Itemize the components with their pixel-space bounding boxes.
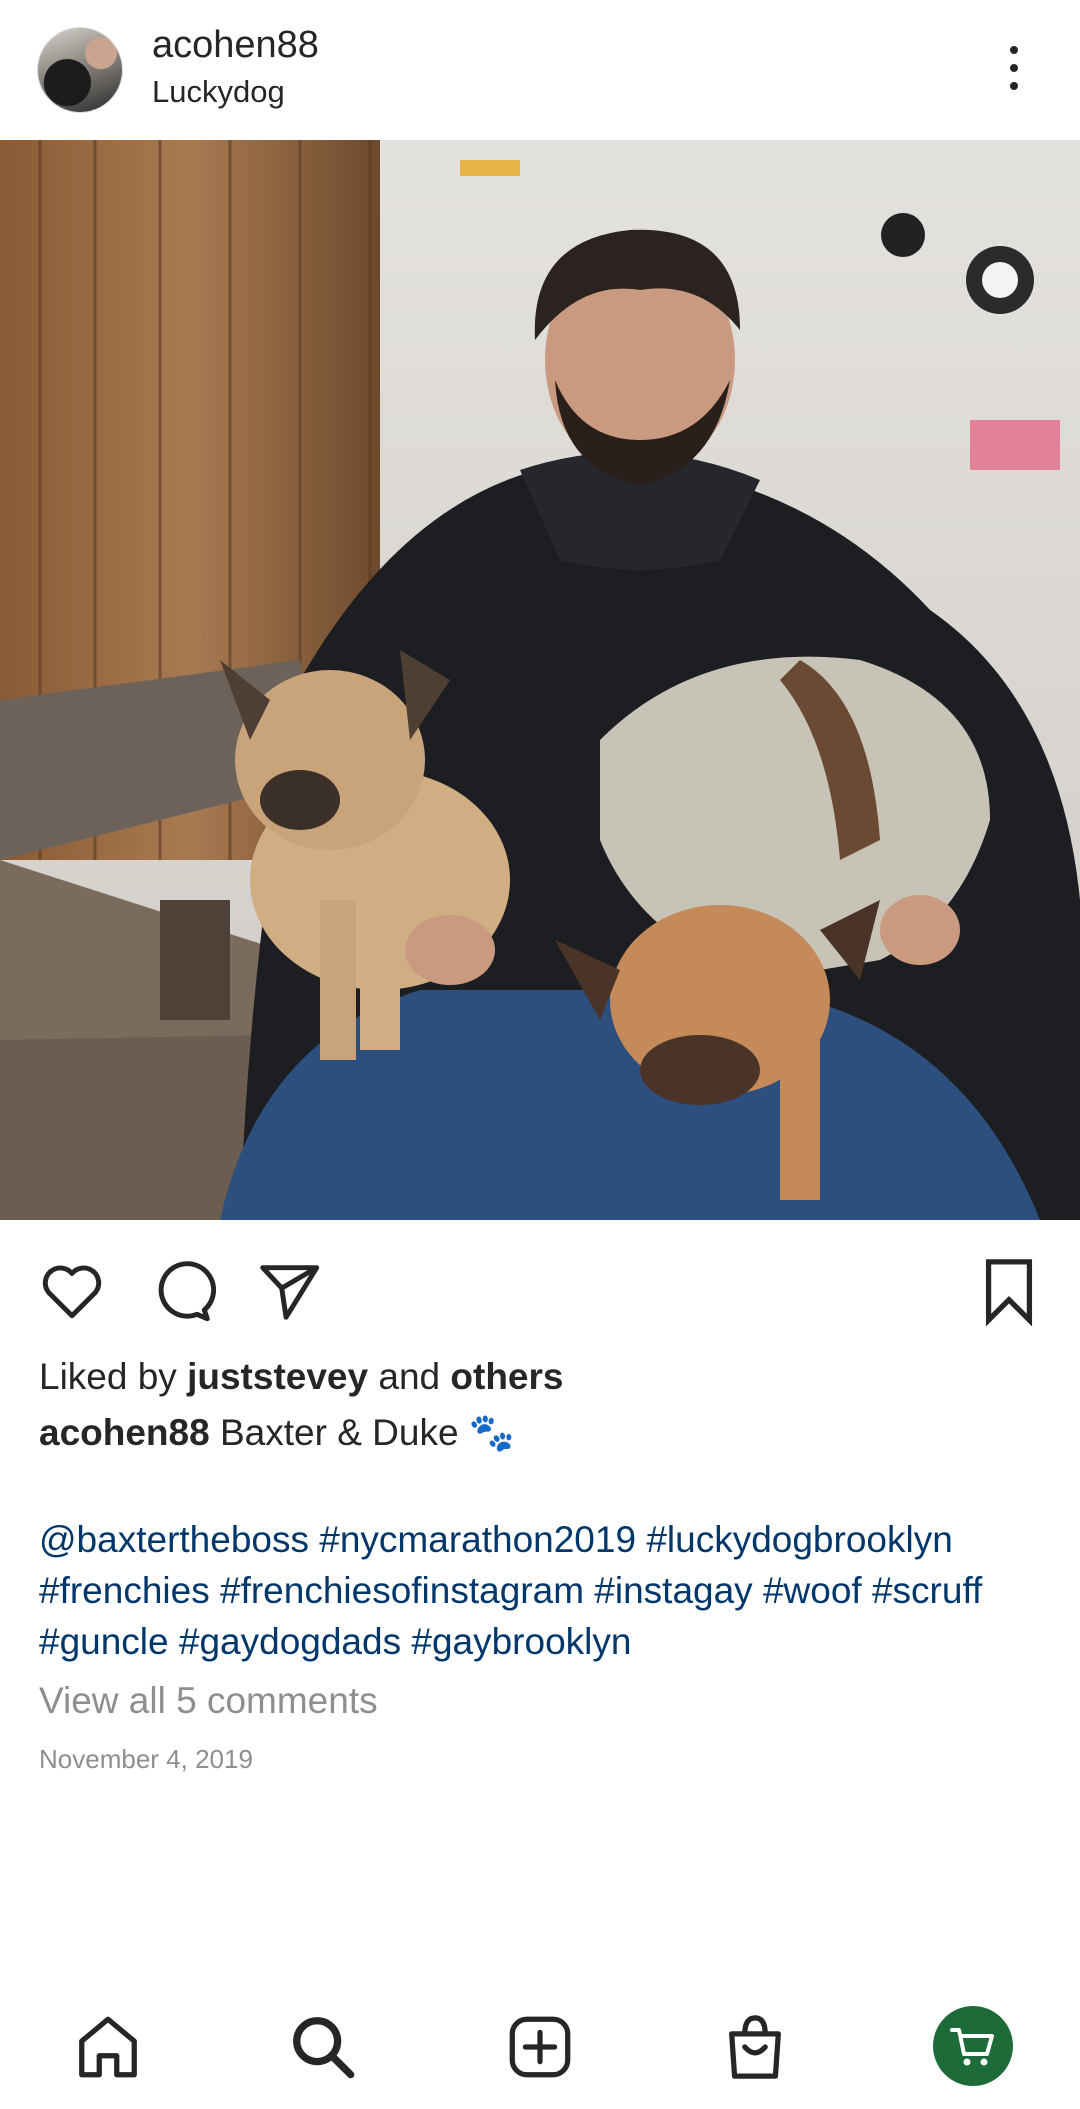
post-caption: acohen88 Baxter & Duke 🐾 [39, 1412, 515, 1455]
send-icon [260, 1265, 320, 1320]
likes-summary: Liked by juststevey and others [39, 1356, 563, 1398]
caption-username[interactable]: acohen88 [39, 1412, 210, 1453]
search-icon [293, 2017, 355, 2079]
post-date: November 4, 2019 [39, 1744, 253, 1774]
view-comments-link[interactable]: View all 5 comments [39, 1680, 378, 1722]
nav-create[interactable] [505, 2012, 575, 2082]
paw-emoji: 🐾 [468, 1412, 515, 1453]
cart-button[interactable] [933, 2006, 1013, 2086]
caption-text: Baxter & Duke [219, 1412, 459, 1453]
liked-by-user[interactable]: juststevey [187, 1356, 368, 1397]
like-button[interactable] [37, 1256, 107, 1326]
likes-and: and [378, 1356, 441, 1397]
more-vertical-icon [1010, 46, 1018, 54]
heart-icon [42, 1265, 102, 1319]
hashtag-line[interactable]: #guncle #gaydogdads #gaybrooklyn [39, 1616, 1049, 1667]
hashtag-line[interactable]: @baxtertheboss #nycmarathon2019 #luckydo… [39, 1514, 1049, 1565]
post-location[interactable]: Luckydog [152, 74, 285, 110]
more-vertical-icon-dot [1010, 64, 1018, 72]
share-button[interactable] [254, 1256, 324, 1326]
comment-button[interactable] [146, 1256, 217, 1326]
post-header: acohen88 Luckydog [0, 0, 1080, 140]
bookmark-icon [985, 1259, 1033, 1327]
likes-others-link[interactable]: others [450, 1356, 563, 1397]
add-post-icon [509, 2016, 571, 2078]
home-icon [79, 2016, 137, 2078]
comment-icon [158, 1261, 217, 1322]
post-actions [0, 1240, 1080, 1330]
shopping-bag-icon [729, 2015, 781, 2079]
post-photo-illustration [0, 140, 1080, 1220]
bottom-navigation [0, 1990, 1080, 2109]
avatar[interactable] [37, 27, 123, 113]
nav-home[interactable] [73, 2012, 143, 2082]
nav-shop[interactable] [720, 2012, 790, 2082]
likes-prefix: Liked by [39, 1356, 177, 1397]
post-photo[interactable] [0, 140, 1080, 1220]
more-vertical-icon-dot [1010, 82, 1018, 90]
shopping-cart-icon [950, 2028, 994, 2066]
post-username[interactable]: acohen88 [152, 24, 319, 67]
hashtag-line[interactable]: #frenchies #frenchiesofinstagram #instag… [39, 1565, 1049, 1616]
caption-hashtags: @baxtertheboss #nycmarathon2019 #luckydo… [39, 1514, 1049, 1667]
more-options-button[interactable] [994, 40, 1034, 96]
save-button[interactable] [974, 1256, 1044, 1327]
nav-search[interactable] [288, 2012, 358, 2082]
